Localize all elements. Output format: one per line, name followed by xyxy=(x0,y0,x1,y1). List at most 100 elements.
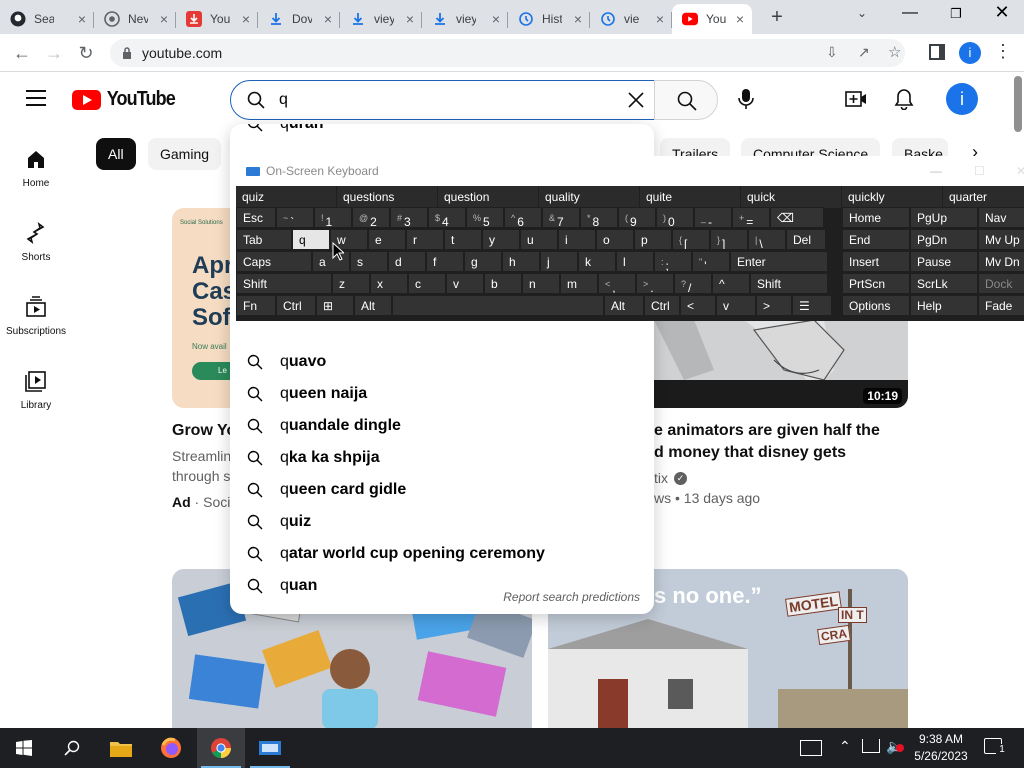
video-title-line-2[interactable]: d money that disney gets xyxy=(654,444,846,462)
taskbar-search-button[interactable] xyxy=(48,728,96,768)
notifications-bell-icon[interactable] xyxy=(894,88,914,110)
search-suggestion[interactable]: q uiz xyxy=(230,506,654,538)
browser-tab[interactable]: vie × xyxy=(590,4,672,34)
osk-key[interactable]: ~ ` xyxy=(276,207,314,228)
osk-key[interactable]: q xyxy=(292,229,330,250)
osk-key[interactable]: x xyxy=(370,273,408,294)
search-suggestion[interactable]: q uandale dingle xyxy=(230,410,654,442)
osk-taskbar-button[interactable] xyxy=(246,728,294,768)
search-suggestion[interactable]: quran xyxy=(230,124,654,140)
osk-key[interactable]: Esc xyxy=(236,207,276,228)
guide-item-subscriptions[interactable]: Subscriptions xyxy=(0,296,72,337)
guide-item-library[interactable]: Library xyxy=(0,370,72,411)
share-icon[interactable]: ↗ xyxy=(858,44,870,61)
clock[interactable]: 9:38 AM 5/26/2023 xyxy=(912,731,970,765)
osk-key[interactable]: t xyxy=(444,229,482,250)
osk-prediction[interactable]: quite xyxy=(640,186,741,208)
video-channel[interactable]: tix ✓ xyxy=(654,470,687,486)
osk-nav-key[interactable]: Help xyxy=(910,295,978,316)
browser-tab[interactable]: You × xyxy=(176,4,258,34)
osk-prediction[interactable]: quiz xyxy=(236,186,337,208)
search-suggestion[interactable]: q uavo xyxy=(230,346,654,378)
osk-nav-key[interactable]: Home xyxy=(842,207,910,228)
tab-close-icon[interactable]: × xyxy=(736,11,744,27)
osk-key[interactable]: % 5 xyxy=(466,207,504,228)
osk-key[interactable]: z xyxy=(332,273,370,294)
osk-key[interactable]: >. xyxy=(636,273,674,294)
osk-prediction[interactable]: quality xyxy=(539,186,640,208)
bookmark-star-icon[interactable]: ☆ xyxy=(888,43,901,61)
tray-overflow-icon[interactable]: ⌃ xyxy=(839,738,851,755)
osk-key[interactable]: }] xyxy=(710,229,748,250)
tab-close-icon[interactable]: × xyxy=(656,11,664,27)
search-box[interactable] xyxy=(230,80,655,120)
osk-key[interactable]: " ' xyxy=(692,251,730,272)
restore-button[interactable]: ❐ xyxy=(944,6,968,28)
osk-nav-key[interactable]: PrtScn xyxy=(842,273,910,294)
osk-key[interactable]: Alt xyxy=(354,295,392,316)
start-button[interactable] xyxy=(0,728,48,768)
ad-banner[interactable]: Social Solutions Apr Cas Soft Now avail … xyxy=(172,208,232,408)
browser-tab[interactable]: Sea × xyxy=(0,4,94,34)
osk-maximize-button[interactable]: ☐ xyxy=(974,156,985,186)
tab-search-icon[interactable]: ⌄ xyxy=(852,6,872,26)
clear-search-icon[interactable] xyxy=(627,91,645,109)
osk-nav-key[interactable]: Nav xyxy=(978,207,1024,228)
osk-key[interactable]: n xyxy=(522,273,560,294)
osk-key[interactable]: $4 xyxy=(428,207,466,228)
osk-key[interactable]: | \ xyxy=(748,229,786,250)
osk-key[interactable]: j xyxy=(540,251,578,272)
osk-prediction[interactable]: quickly xyxy=(842,186,943,208)
browser-tab[interactable]: Hist × xyxy=(508,4,590,34)
tab-close-icon[interactable]: × xyxy=(160,11,168,27)
osk-key[interactable]: * 8 xyxy=(580,207,618,228)
osk-key[interactable]: :; xyxy=(654,251,692,272)
osk-close-button[interactable]: ✕ xyxy=(1016,156,1024,186)
minimize-button[interactable]: — xyxy=(898,4,922,26)
search-suggestion[interactable]: q ueen card gidle xyxy=(230,474,654,506)
osk-nav-key[interactable]: Mv Up xyxy=(978,229,1024,250)
new-tab-button[interactable]: + xyxy=(766,6,788,28)
chip-gaming[interactable]: Gaming xyxy=(148,138,222,170)
reload-button[interactable]: ↻ xyxy=(74,41,98,65)
osk-key[interactable]: ⊞ xyxy=(316,295,354,316)
osk-key[interactable]: + = xyxy=(732,207,770,228)
firefox-button[interactable] xyxy=(147,728,195,768)
osk-key[interactable]: > xyxy=(756,295,792,316)
osk-key[interactable]: {[ xyxy=(672,229,710,250)
osk-key[interactable]: ) 0 xyxy=(656,207,694,228)
osk-key[interactable]: Caps xyxy=(236,251,312,272)
browser-tab[interactable]: You × xyxy=(672,4,752,34)
osk-key[interactable]: ^ xyxy=(712,273,750,294)
tab-close-icon[interactable]: × xyxy=(324,11,332,27)
search-suggestion[interactable]: q ka ka shpija xyxy=(230,442,654,474)
task-view-icon[interactable] xyxy=(800,740,822,756)
osk-prediction[interactable]: quick xyxy=(741,186,842,208)
account-avatar[interactable]: i xyxy=(946,83,978,115)
osk-key[interactable]: (9 xyxy=(618,207,656,228)
ad-headline[interactable]: Grow Yo xyxy=(172,422,236,440)
osk-nav-key[interactable]: ScrLk xyxy=(910,273,978,294)
osk-key[interactable]: Enter xyxy=(730,251,828,272)
profile-avatar[interactable]: i xyxy=(959,42,981,64)
osk-key[interactable]: < xyxy=(680,295,716,316)
osk-key[interactable]: Fn xyxy=(236,295,276,316)
browser-tab[interactable]: Dov × xyxy=(258,4,340,34)
side-panel-icon[interactable] xyxy=(929,44,945,60)
osk-key[interactable]: v xyxy=(716,295,756,316)
osk-key[interactable]: ^ 6 xyxy=(504,207,542,228)
osk-nav-key[interactable]: Options xyxy=(842,295,910,316)
osk-nav-key[interactable]: Insert xyxy=(842,251,910,272)
voice-search-icon[interactable] xyxy=(738,88,754,110)
osk-key[interactable]: s xyxy=(350,251,388,272)
osk-key[interactable]: @2 xyxy=(352,207,390,228)
osk-key[interactable]: k xyxy=(578,251,616,272)
osk-key[interactable]: l xyxy=(616,251,654,272)
osk-key[interactable]: o xyxy=(596,229,634,250)
osk-nav-key[interactable]: PgUp xyxy=(910,207,978,228)
search-button[interactable] xyxy=(654,80,718,120)
osk-key[interactable]: p xyxy=(634,229,672,250)
omnibox[interactable]: youtube.com ⇩ ↗ ☆ xyxy=(110,39,905,67)
chip-all[interactable]: All xyxy=(96,138,136,170)
osk-key[interactable]: Alt xyxy=(604,295,644,316)
